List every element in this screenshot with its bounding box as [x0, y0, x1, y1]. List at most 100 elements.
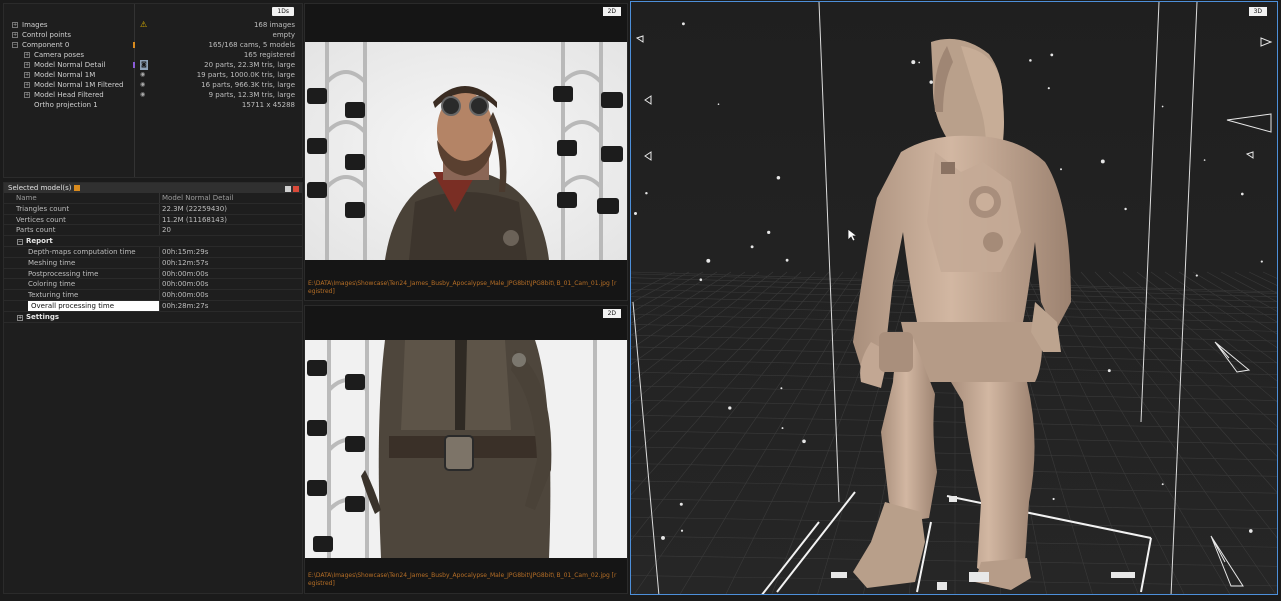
view-mode-tag[interactable]: 2D	[602, 7, 621, 16]
expand-toggle-icon[interactable]: +	[12, 22, 18, 28]
tree-item[interactable]: + Model Normal Detail ◙ 20 parts, 22.3M tri…	[4, 60, 302, 70]
expand-toggle-icon[interactable]: +	[24, 52, 30, 58]
tree-item-label: Control points	[22, 31, 72, 39]
tree-item-label: Model Normal Detail	[34, 61, 106, 69]
expand-toggle-icon[interactable]: +	[24, 72, 30, 78]
section-toggle-icon[interactable]: −	[17, 239, 23, 246]
property-value: 00h:12m:57s	[162, 258, 209, 267]
tree-item-value: 9 parts, 12.3M tris, large	[208, 91, 295, 99]
property-row[interactable]: Vertices count 11.2M (11168143)	[4, 214, 302, 226]
tree-item-value: 16 parts, 966.3K tris, large	[201, 81, 295, 89]
property-name: Vertices count	[16, 215, 66, 224]
tree-item-label: Component 0	[22, 41, 70, 49]
tree-item[interactable]: − Component 0 165/168 cams, 5 models	[4, 40, 302, 50]
expand-toggle-icon[interactable]: +	[24, 62, 30, 68]
view-mode-tag[interactable]: 2D	[602, 309, 621, 318]
tree-item[interactable]: +Ortho projection 115711 x 45288	[4, 100, 302, 110]
dock-icon[interactable]	[285, 186, 291, 192]
property-value: 00h:00m:00s	[162, 280, 209, 289]
property-value: 00h:00m:00s	[162, 269, 209, 278]
tree-item[interactable]: + Model Normal 1M ◉ 19 parts, 1000.0K tris,…	[4, 70, 302, 80]
header-name: Name	[16, 194, 37, 202]
image-path-caption: E:\DATA\Images\Showcase\Ten24_James_Busb…	[308, 572, 617, 587]
tree-item-value: empty	[272, 31, 295, 39]
properties-table: Name Model Normal Detail Triangles count…	[4, 193, 302, 323]
photo-cam-01[interactable]	[305, 42, 627, 260]
property-name: Parts count	[16, 226, 56, 235]
property-value: 11.2M (11168143)	[162, 215, 227, 224]
tree-item[interactable]: + Model Head Filtered ◉ 9 parts, 12.3M tris…	[4, 90, 302, 100]
tree-item[interactable]: + Control points empty	[4, 30, 302, 40]
eye-icon[interactable]: ◉	[140, 70, 145, 80]
tree-item-label: Model Head Filtered	[34, 91, 104, 99]
property-value: 22.3M (22259430)	[162, 204, 227, 213]
tree-item-label: Model Normal 1M	[34, 71, 96, 79]
selected-model-icon[interactable]: ◙	[140, 60, 148, 70]
property-value: 20	[162, 226, 171, 235]
tree-top-button[interactable]: 1Ds	[272, 7, 294, 16]
report-row[interactable]: Postprocessing time 00h:00m:00s	[4, 268, 302, 280]
property-value: 00h:28m:27s	[162, 301, 209, 310]
image-path-caption: E:\DATA\Images\Showcase\Ten24_James_Busb…	[308, 280, 617, 295]
warning-icon[interactable]: ⚠	[140, 20, 147, 30]
scene-tree-panel: 1Ds + Images ⚠ 168 images + Control points emp…	[3, 3, 303, 178]
orange-marker	[133, 42, 135, 48]
tree-item-value: 168 images	[253, 21, 295, 29]
property-name: Postprocessing time	[28, 269, 99, 278]
photo-cam-02[interactable]	[305, 340, 627, 558]
report-row[interactable]: Overall processing time 00h:28m:27s	[4, 300, 302, 312]
section-report[interactable]: − Report	[4, 236, 302, 247]
report-row[interactable]: Meshing time 00h:12m:57s	[4, 257, 302, 269]
tree-item-value: 15711 x 45288	[241, 101, 295, 109]
property-name: Overall processing time	[28, 300, 160, 311]
property-name: Meshing time	[28, 258, 76, 267]
property-name: Report	[26, 237, 53, 246]
expand-toggle-icon[interactable]: +	[12, 32, 18, 38]
table-header: Name Model Normal Detail	[4, 193, 302, 204]
report-row[interactable]: Texturing time 00h:00m:00s	[4, 290, 302, 301]
header-value: Model Normal Detail	[162, 194, 234, 202]
tree-rows: + Images ⚠ 168 images + Control points empty − C…	[4, 20, 302, 110]
3d-scene[interactable]	[631, 2, 1278, 595]
tree-item-value: 20 parts, 22.3M tris, large	[204, 61, 295, 69]
eye-icon[interactable]: ◉	[140, 80, 145, 90]
expand-toggle-icon[interactable]: −	[12, 42, 18, 48]
report-row[interactable]: Depth-maps computation time 00h:15m:29s	[4, 246, 302, 258]
mouse-cursor-icon	[847, 228, 857, 242]
expand-toggle-icon[interactable]: +	[24, 92, 30, 98]
property-row[interactable]: Parts count 20	[4, 225, 302, 237]
tree-item-label: Camera poses	[34, 51, 85, 59]
section-settings[interactable]: + Settings	[4, 312, 302, 323]
property-value: 00h:00m:00s	[162, 291, 209, 300]
tree-item[interactable]: + Camera poses 165 registered	[4, 50, 302, 60]
image-view-bottom[interactable]: 2D E:\DATA\Images\Showcase\Ten24_James_B…	[304, 305, 628, 594]
expand-toggle-icon[interactable]: +	[24, 82, 30, 88]
pin-icon[interactable]	[74, 185, 81, 191]
tree-item[interactable]: + Images ⚠ 168 images	[4, 20, 302, 30]
tree-item[interactable]: + Model Normal 1M Filtered ◉ 16 parts, 966.…	[4, 80, 302, 90]
eye-icon[interactable]: ◉	[140, 90, 145, 100]
tree-item-label: Ortho projection 1	[34, 101, 98, 109]
tree-item-label: Model Normal 1M Filtered	[34, 81, 124, 89]
report-row[interactable]: Coloring time 00h:00m:00s	[4, 279, 302, 291]
property-name: Depth-maps computation time	[28, 247, 136, 256]
panel-title: Selected model(s)	[8, 184, 72, 192]
purple-marker	[133, 62, 135, 68]
image-view-top[interactable]: 2D E:\DATA\Images\Showcase\Ten24_James_B…	[304, 3, 628, 301]
selected-models-panel: Selected model(s) Name Model Normal Deta…	[3, 182, 303, 594]
property-name: Coloring time	[28, 280, 76, 289]
tree-item-value: 165/168 cams, 5 models	[208, 41, 295, 49]
close-icon[interactable]	[293, 186, 299, 192]
tree-item-value: 19 parts, 1000.0K tris, large	[196, 71, 295, 79]
tree-item-value: 165 registered	[243, 51, 295, 59]
property-name: Triangles count	[16, 204, 70, 213]
tree-item-label: Images	[22, 21, 48, 29]
section-toggle-icon[interactable]: +	[17, 314, 23, 321]
property-name: Settings	[26, 312, 60, 321]
3d-viewport[interactable]: 3D	[630, 1, 1278, 595]
panel-title-bar: Selected model(s)	[4, 183, 302, 193]
property-name: Texturing time	[28, 291, 79, 300]
property-row[interactable]: Triangles count 22.3M (22259430)	[4, 203, 302, 215]
view-mode-tag[interactable]: 3D	[1248, 7, 1267, 16]
property-value: 00h:15m:29s	[162, 247, 209, 256]
